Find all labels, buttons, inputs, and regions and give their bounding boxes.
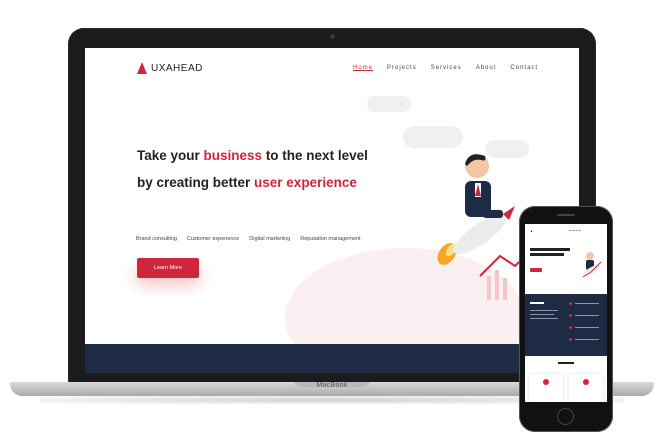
site-nav: UXAHEAD Home Projects Services About Con… bbox=[85, 48, 579, 88]
phone-dark-section bbox=[525, 294, 607, 356]
phone-card bbox=[529, 374, 563, 402]
laptop: UXAHEAD Home Projects Services About Con… bbox=[68, 28, 596, 383]
learn-more-button[interactable]: Learn More bbox=[137, 258, 199, 278]
phone-section-title bbox=[558, 362, 574, 364]
service-item: Brand consulting bbox=[136, 236, 177, 242]
service-item: Customer experience bbox=[186, 236, 240, 242]
phone-card bbox=[569, 374, 603, 402]
logo-triangle-icon bbox=[137, 62, 147, 74]
camera-icon bbox=[330, 34, 335, 39]
phone-screen: ▲ ▬ ▬ ▬ ▬ bbox=[525, 224, 607, 402]
nav-projects[interactable]: Projects bbox=[387, 65, 417, 71]
nav-home[interactable]: Home bbox=[353, 65, 373, 71]
nav-contact[interactable]: Contact bbox=[510, 65, 538, 71]
service-list: Brand consulting Customer experience Dig… bbox=[136, 236, 370, 242]
nav-about[interactable]: About bbox=[476, 65, 497, 71]
logo-text: UXAHEAD bbox=[151, 62, 203, 74]
cloud-decor bbox=[367, 96, 411, 112]
phone-hero-text bbox=[530, 248, 572, 256]
home-button[interactable] bbox=[557, 408, 574, 425]
phone-cta-button[interactable] bbox=[530, 268, 542, 272]
phone: ▲ ▬ ▬ ▬ ▬ bbox=[519, 206, 613, 432]
phone-nav: ▬ ▬ ▬ ▬ bbox=[569, 229, 582, 232]
dark-section bbox=[85, 344, 579, 373]
phone-logo: ▲ bbox=[530, 229, 533, 233]
nav-services[interactable]: Services bbox=[431, 65, 462, 71]
phone-rocket-icon bbox=[582, 252, 602, 278]
nav-links: Home Projects Services About Contact bbox=[353, 65, 552, 71]
speaker-icon bbox=[557, 214, 575, 216]
site-logo[interactable]: UXAHEAD bbox=[137, 62, 203, 74]
service-item: Reputation management bbox=[300, 236, 361, 242]
hero-headline: Take your business to the next level by … bbox=[137, 148, 368, 190]
laptop-screen: UXAHEAD Home Projects Services About Con… bbox=[85, 48, 579, 373]
service-item: Digital marketing bbox=[249, 236, 291, 242]
